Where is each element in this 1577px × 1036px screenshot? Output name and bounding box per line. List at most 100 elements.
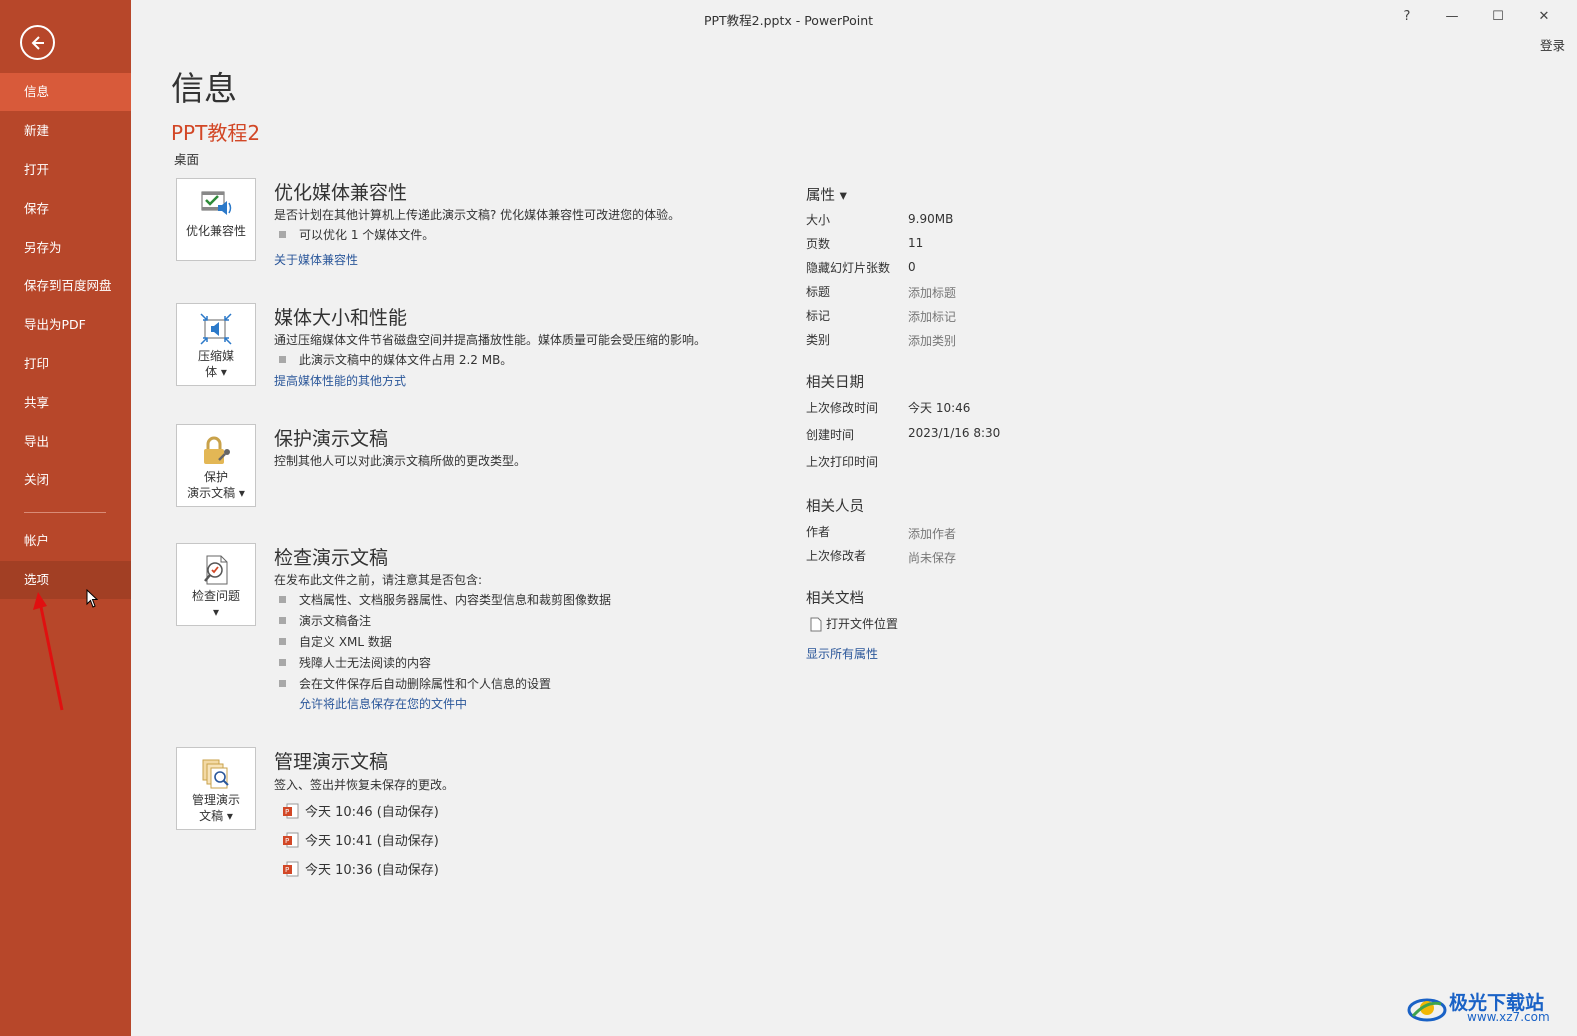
nav-save[interactable]: 保存: [0, 190, 131, 228]
prop-value-last-modified-by: 尚未保存: [908, 551, 957, 565]
author-field[interactable]: 添加作者: [908, 525, 956, 542]
nav-close[interactable]: 关闭: [0, 461, 131, 499]
section-desc-inspect: 在发布此文件之前，请注意其是否包含:: [274, 573, 483, 587]
prop-label: 标记: [806, 309, 831, 323]
pptx-file-icon: P: [283, 861, 299, 876]
manage-label-2: 文稿 ▾: [199, 809, 233, 823]
lock-key-icon: [204, 436, 230, 464]
section-title-manage: 管理演示文稿: [274, 751, 389, 773]
bullet-item: 会在文件保存后自动删除属性和个人信息的设置: [279, 675, 551, 692]
media-performance-link[interactable]: 提高媒体性能的其他方式: [274, 372, 406, 389]
properties-dropdown[interactable]: 属性 ▾: [806, 184, 847, 205]
bullet-item: 演示文稿备注: [279, 612, 371, 629]
watermark-logo-icon: [1407, 998, 1447, 1022]
section-title-inspect: 检查演示文稿: [274, 547, 389, 569]
minimize-button[interactable]: —: [1437, 6, 1467, 28]
section-desc-compatibility: 是否计划在其他计算机上传递此演示文稿? 优化媒体兼容性可改进您的体验。: [274, 208, 681, 222]
section-title-protect: 保护演示文稿: [274, 428, 389, 450]
manage-label-1: 管理演示: [191, 793, 240, 807]
section-desc-manage: 签入、签出并恢复未保存的更改。: [274, 778, 455, 792]
back-button[interactable]: [20, 25, 55, 60]
version-item[interactable]: P 今天 10:36 (自动保存): [283, 859, 439, 879]
protect-label-2: 演示文稿 ▾: [187, 486, 245, 500]
prop-label: 标题: [806, 285, 831, 299]
back-arrow-icon: [31, 35, 44, 50]
help-button[interactable]: ?: [1392, 6, 1422, 28]
prop-label: 上次修改者: [806, 549, 867, 563]
prop-label: 作者: [806, 525, 831, 539]
related-dates-heading: 相关日期: [806, 375, 864, 391]
bullet-item: 此演示文稿中的媒体文件占用 2.2 MB。: [279, 351, 512, 368]
bullet-item: 文档属性、文档服务器属性、内容类型信息和裁剪图像数据: [279, 591, 611, 608]
nav-export-pdf[interactable]: 导出为PDF: [0, 306, 131, 344]
category-field[interactable]: 添加类别: [908, 332, 956, 349]
inspect-document-icon: [204, 555, 228, 585]
document-location: 桌面: [174, 152, 200, 167]
maximize-button[interactable]: ☐: [1483, 6, 1513, 28]
related-people-heading: 相关人员: [806, 499, 864, 515]
prop-label: 页数: [806, 237, 831, 251]
related-docs-heading: 相关文档: [806, 591, 864, 607]
nav-divider: [24, 512, 106, 513]
optimize-compatibility-button[interactable]: 优化兼容性: [176, 178, 256, 261]
watermark: 极光下载站 www.xz7.com: [1407, 988, 1567, 1028]
prop-label: 上次打印时间: [806, 455, 879, 469]
svg-text:P: P: [285, 837, 289, 845]
prop-label: 创建时间: [806, 428, 855, 442]
nav-export[interactable]: 导出: [0, 423, 131, 461]
prop-label: 上次修改时间: [806, 401, 879, 415]
nav-print[interactable]: 打印: [0, 345, 131, 383]
prop-value-hidden-slides: 0: [908, 260, 916, 274]
version-item[interactable]: P 今天 10:46 (自动保存): [283, 801, 439, 821]
nav-account[interactable]: 帐户: [0, 522, 131, 560]
watermark-url: www.xz7.com: [1467, 1010, 1550, 1024]
check-issues-button[interactable]: 检查问题 ▾: [176, 543, 256, 626]
bullet-item: 可以优化 1 个媒体文件。: [279, 226, 434, 243]
annotation-arrow: [33, 592, 64, 711]
section-desc-media-size: 通过压缩媒体文件节省磁盘空间并提高播放性能。媒体质量可能会受压缩的影响。: [274, 333, 707, 347]
nav-save-as[interactable]: 另存为: [0, 229, 131, 267]
section-title-compatibility: 优化媒体兼容性: [274, 182, 408, 204]
version-item[interactable]: P 今天 10:41 (自动保存): [283, 830, 439, 850]
prop-value-created: 2023/1/16 8:30: [908, 426, 1001, 440]
compress-media-button[interactable]: 压缩媒 体 ▾: [176, 303, 256, 386]
nav-share[interactable]: 共享: [0, 384, 131, 422]
nav-save-to-baidu[interactable]: 保存到百度网盘: [0, 267, 131, 305]
close-button[interactable]: ✕: [1529, 6, 1559, 28]
backstage-sidebar: 信息 新建 打开 保存 另存为 保存到百度网盘 导出为PDF 打印 共享 导出 …: [0, 0, 131, 1036]
media-compat-icon: [201, 191, 232, 215]
check-issues-label-1: 检查问题: [191, 589, 240, 603]
nav-new[interactable]: 新建: [0, 112, 131, 150]
protect-label-1: 保护: [203, 470, 228, 484]
compress-media-label-2: 体 ▾: [205, 365, 227, 379]
manage-presentation-button[interactable]: 管理演示 文稿 ▾: [176, 747, 256, 830]
bullet-item: 自定义 XML 数据: [279, 633, 392, 650]
protect-presentation-button[interactable]: 保护 演示文稿 ▾: [176, 424, 256, 507]
pptx-file-icon: P: [283, 832, 299, 847]
prop-label: 隐藏幻灯片张数: [806, 261, 891, 275]
show-all-properties-link[interactable]: 显示所有属性: [806, 645, 878, 662]
about-media-compat-link[interactable]: 关于媒体兼容性: [274, 251, 358, 268]
compress-media-icon: [200, 313, 232, 345]
svg-text:P: P: [285, 808, 289, 816]
manage-versions-icon: [202, 759, 229, 789]
nav-info[interactable]: 信息: [0, 73, 131, 111]
prop-value-pages: 11: [908, 236, 924, 250]
mouse-cursor-icon: [86, 589, 99, 608]
nav-open[interactable]: 打开: [0, 151, 131, 189]
open-file-location-link[interactable]: 打开文件位置: [810, 615, 898, 632]
section-desc-protect: 控制其他人可以对此演示文稿所做的更改类型。: [274, 454, 527, 468]
window-title: PPT教程2.pptx - PowerPoint: [703, 13, 874, 28]
tags-field[interactable]: 添加标记: [908, 308, 956, 325]
bullet-item: 残障人士无法阅读的内容: [279, 654, 431, 671]
allow-save-info-link[interactable]: 允许将此信息保存在您的文件中: [299, 695, 467, 712]
compress-media-label-1: 压缩媒: [197, 349, 234, 363]
prop-label: 类别: [806, 333, 831, 347]
optimize-compatibility-label: 优化兼容性: [185, 224, 246, 238]
prop-label: 大小: [806, 213, 831, 227]
check-issues-label-2: ▾: [212, 605, 220, 619]
section-title-media-size: 媒体大小和性能: [274, 307, 408, 329]
signin-link[interactable]: 登录: [1540, 35, 1565, 54]
document-icon: [810, 617, 822, 632]
title-field[interactable]: 添加标题: [908, 284, 956, 301]
